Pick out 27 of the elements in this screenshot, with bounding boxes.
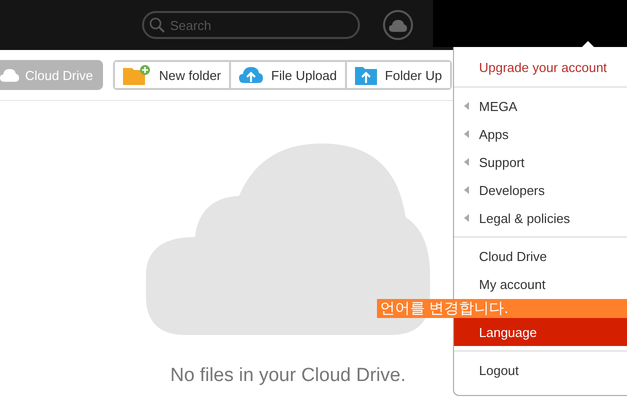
menu-item[interactable]: Support	[454, 148, 627, 176]
menu-item[interactable]: Developers	[454, 176, 627, 204]
caret-icon	[464, 158, 469, 166]
menu-item[interactable]: Logout	[454, 356, 627, 384]
menu-item[interactable]: Apps	[454, 120, 627, 148]
menu-item[interactable]: Language	[454, 318, 627, 346]
menu-item[interactable]: Cloud Drive	[454, 242, 627, 270]
caret-icon	[464, 186, 469, 194]
menu-item[interactable]: MEGA	[454, 92, 627, 120]
cloud-button[interactable]	[383, 10, 413, 40]
menu-item[interactable]: Legal & policies	[454, 204, 627, 232]
toolbar-button[interactable]: Folder Up	[344, 62, 450, 88]
search-icon	[149, 17, 165, 33]
caret-icon	[464, 214, 469, 222]
new-folder-icon	[123, 65, 151, 85]
empty-message: No files in your Cloud Drive.	[170, 365, 406, 387]
cloud-icon	[0, 68, 20, 82]
menu-item[interactable]: Upgrade your account	[454, 53, 627, 81]
folder-upload-icon	[354, 65, 377, 85]
cloud-upload-icon	[239, 66, 264, 84]
menu-item[interactable]: My account	[454, 270, 627, 298]
caret-icon	[464, 102, 469, 110]
search-field[interactable]: Search	[142, 11, 360, 39]
location-label: Cloud Drive	[25, 68, 93, 82]
cloud-icon	[389, 18, 407, 32]
tooltip-callout: 언어를 변경합니다.	[377, 299, 627, 318]
caret-icon	[464, 130, 469, 138]
